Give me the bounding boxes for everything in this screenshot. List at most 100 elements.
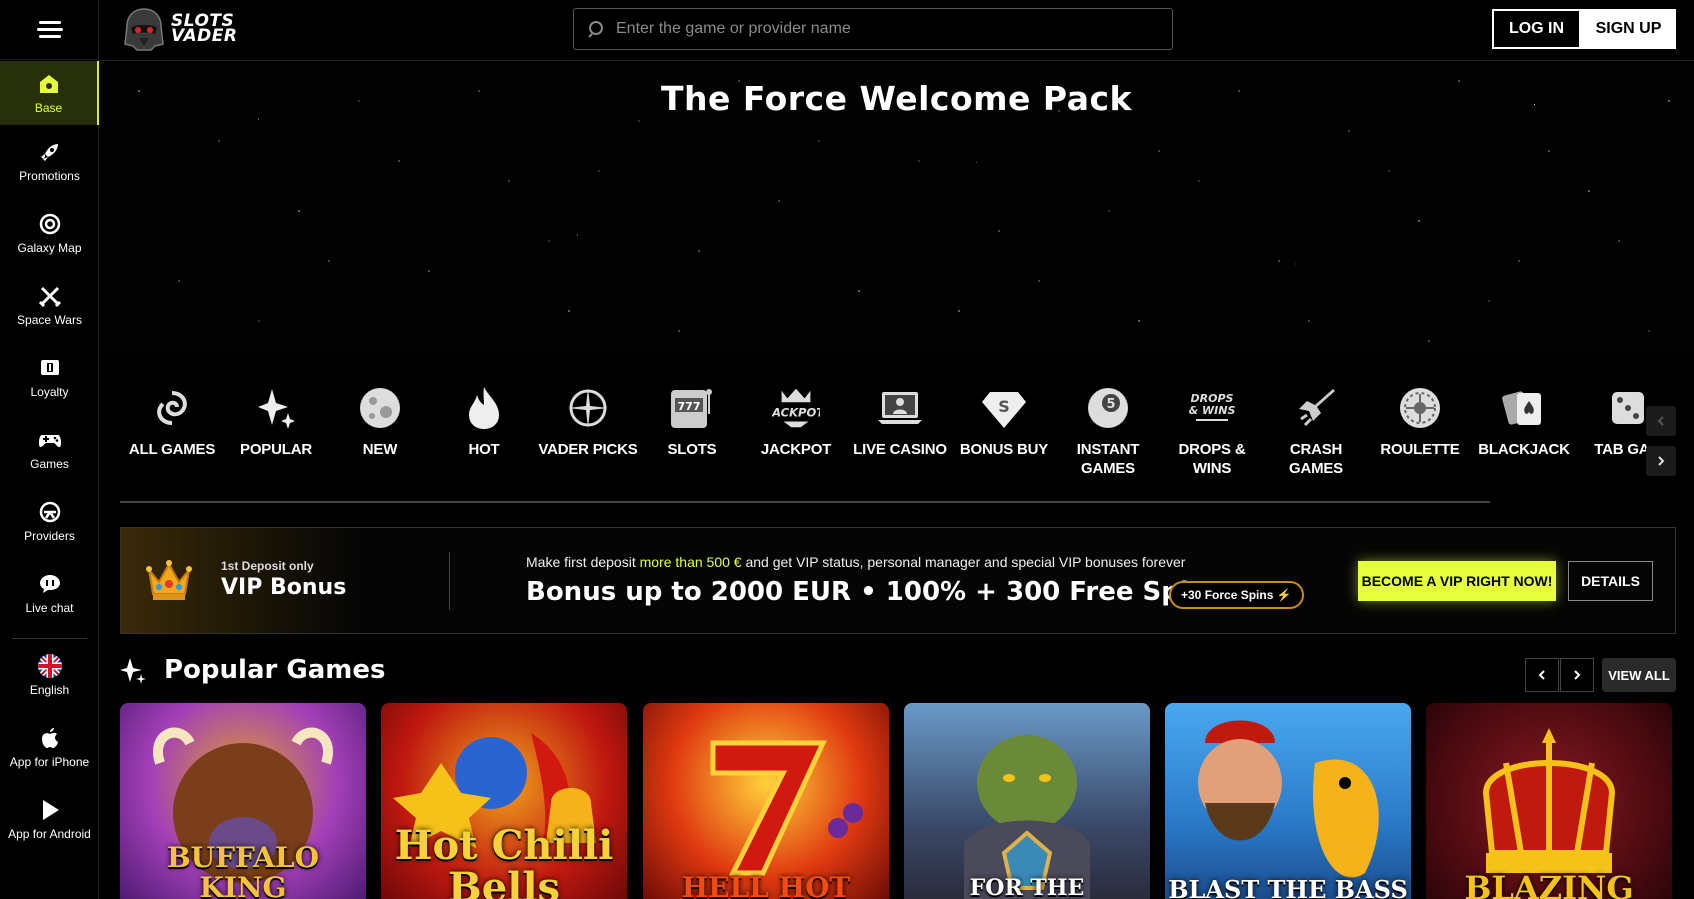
- apple-icon: [37, 725, 63, 751]
- force-spins-badge: +30 Force Spins ⚡: [1169, 581, 1304, 609]
- sidebar-item-app-android[interactable]: App for Android: [0, 786, 99, 852]
- category-bonus-buy[interactable]: S BONUS BUY: [952, 384, 1056, 494]
- category-popular[interactable]: POPULAR: [224, 384, 328, 494]
- sidebar-item-games[interactable]: Games: [0, 416, 99, 482]
- category-next-button[interactable]: [1646, 446, 1676, 476]
- loyalty-icon: [37, 355, 63, 381]
- category-blackjack[interactable]: BLACKJACK: [1472, 384, 1576, 494]
- flame-icon: [460, 384, 508, 432]
- svg-text:JACKPOT: JACKPOT: [772, 406, 820, 420]
- logo-line-2: VADER: [171, 26, 238, 46]
- popular-prev-button[interactable]: [1525, 658, 1559, 692]
- game-card-buffalo-king[interactable]: BUFFALO KING: [120, 703, 366, 899]
- search-input[interactable]: [616, 20, 1156, 38]
- game-card-blazing[interactable]: BLAZING: [1426, 703, 1672, 899]
- sidebar-divider: [12, 638, 87, 639]
- sidebar-item-label: Live chat: [25, 601, 74, 615]
- sidebar-item-live-chat[interactable]: Live chat: [0, 560, 99, 626]
- signup-button[interactable]: SIGN UP: [1581, 9, 1676, 49]
- game-card-for-the-horde[interactable]: FOR THE: [904, 703, 1150, 899]
- category-prev-button[interactable]: [1646, 406, 1676, 436]
- category-label: POPULAR: [240, 441, 312, 458]
- drops-wins-icon: DROPS & WINS: [1188, 384, 1236, 432]
- sidebar-item-label: App for iPhone: [9, 755, 90, 769]
- game-card-blast-the-bass[interactable]: BLAST THE BASS: [1165, 703, 1411, 899]
- chevron-left-icon: [1538, 670, 1545, 680]
- category-new[interactable]: NEW: [328, 384, 432, 494]
- category-table-games[interactable]: TAB GAM: [1576, 384, 1648, 494]
- sidebar-item-label: Providers: [24, 529, 75, 543]
- login-button[interactable]: LOG IN: [1492, 9, 1581, 49]
- dice-icon: [1604, 384, 1648, 432]
- sparkles-icon: [120, 658, 146, 684]
- menu-button[interactable]: [0, 0, 99, 60]
- category-jackpot[interactable]: JACKPOT JACKPOT: [744, 384, 848, 494]
- vip-description: Make first deposit more than 500 € and g…: [526, 554, 1185, 570]
- sidebar-item-providers[interactable]: Providers: [0, 488, 99, 554]
- sidebar-item-base[interactable]: Base: [0, 61, 99, 125]
- search-icon: [588, 21, 603, 38]
- sidebar-item-galaxy-map[interactable]: Galaxy Map: [0, 200, 99, 266]
- search-box[interactable]: [573, 8, 1173, 50]
- become-vip-button[interactable]: BECOME A VIP RIGHT NOW!: [1358, 561, 1556, 601]
- vader-helmet-icon: [121, 6, 167, 52]
- game-title: BLAZING: [1464, 869, 1634, 899]
- sidebar-item-label: Games: [30, 457, 69, 471]
- logo[interactable]: SLOTS VADER: [121, 6, 237, 52]
- sidebar-item-loyalty[interactable]: Loyalty: [0, 344, 99, 410]
- category-label: BLACKJACK: [1478, 441, 1570, 458]
- category-roulette[interactable]: ROULETTE: [1368, 384, 1472, 494]
- category-label: ALL GAMES: [128, 441, 216, 458]
- game-card-hot-chilli-bells[interactable]: Hot Chilli Bells: [381, 703, 627, 899]
- category-strip: ALL GAMES POPULAR NEW HOT VADER PICKS 77…: [120, 384, 1648, 504]
- crossed-swords-icon: [37, 283, 63, 309]
- category-instant-games[interactable]: 5 INSTANT GAMES: [1056, 384, 1160, 494]
- vip-bonus-banner: 1st Deposit only VIP Bonus Make first de…: [120, 527, 1676, 634]
- category-label: CRASH GAMES: [1288, 441, 1343, 477]
- galaxy-icon: [37, 211, 63, 237]
- category-label: SLOTS: [667, 441, 717, 458]
- hamburger-icon: [36, 19, 63, 40]
- view-all-button[interactable]: VIEW ALL: [1602, 658, 1676, 692]
- category-live-casino[interactable]: LIVE CASINO: [848, 384, 952, 494]
- svg-text:S: S: [998, 397, 1010, 416]
- slot-machine-icon: 777: [668, 384, 716, 432]
- popular-next-button[interactable]: [1560, 658, 1594, 692]
- chevron-right-icon: [1658, 456, 1665, 466]
- top-header: SLOTS VADER LOG IN SIGN UP: [99, 0, 1694, 61]
- vip-separator: [449, 552, 450, 610]
- sidebar-item-label: Promotions: [19, 169, 80, 183]
- spiral-galaxy-icon: [148, 384, 196, 432]
- sidebar-item-promotions[interactable]: Promotions: [0, 128, 99, 194]
- category-hot[interactable]: HOT: [432, 384, 536, 494]
- category-label: HOT: [468, 441, 500, 458]
- category-slots[interactable]: 777 SLOTS: [640, 384, 744, 494]
- sidebar-item-space-wars[interactable]: Space Wars: [0, 272, 99, 338]
- category-scroll-track: [120, 501, 1490, 503]
- chevron-left-icon: [1657, 416, 1664, 426]
- svg-text:777: 777: [678, 400, 701, 413]
- category-crash-games[interactable]: CRASH GAMES: [1264, 384, 1368, 494]
- sidebar-item-app-iphone[interactable]: App for iPhone: [0, 714, 99, 780]
- chevron-right-icon: [1574, 670, 1581, 680]
- category-label: INSTANT GAMES: [1076, 441, 1140, 477]
- category-drops-wins[interactable]: DROPS & WINS DROPS & WINS: [1160, 384, 1264, 494]
- vip-text-highlight: more than 500 €: [639, 554, 742, 570]
- game-art-orc: [964, 735, 1090, 899]
- details-button[interactable]: DETAILS: [1568, 561, 1653, 601]
- category-all-games[interactable]: ALL GAMES: [120, 384, 224, 494]
- gamepad-icon: [37, 427, 63, 453]
- sidebar-item-label: Space Wars: [17, 313, 82, 327]
- sidebar: Base Promotions Galaxy Map Space Wars Lo…: [0, 0, 99, 899]
- spaceship-icon: [1292, 384, 1340, 432]
- popular-games-title: Popular Games: [164, 655, 386, 685]
- game-card-hell-hot[interactable]: HELL HOT: [643, 703, 889, 899]
- category-vader-picks[interactable]: VADER PICKS: [536, 384, 640, 494]
- sidebar-item-label: Loyalty: [30, 385, 69, 399]
- popular-games-header: Popular Games: [120, 655, 385, 685]
- category-label: VADER PICKS: [538, 441, 638, 458]
- hero-banner[interactable]: The Force Welcome Pack: [99, 61, 1694, 351]
- sparkles-icon: [252, 384, 300, 432]
- logo-text: SLOTS VADER: [171, 13, 238, 46]
- sidebar-item-language[interactable]: English: [0, 642, 99, 708]
